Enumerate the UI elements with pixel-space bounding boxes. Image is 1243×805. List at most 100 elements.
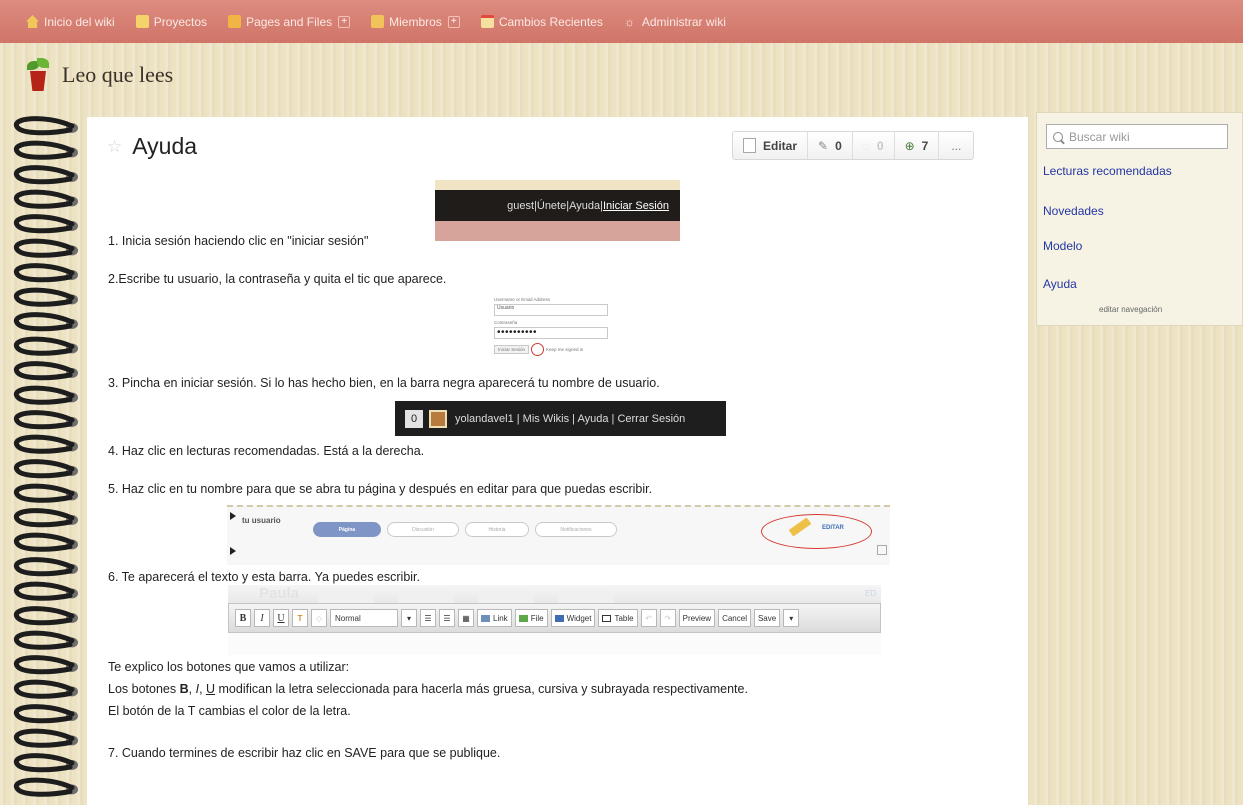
ghost-tab bbox=[318, 590, 374, 604]
arrow-marker-icon bbox=[230, 547, 236, 555]
nav-label: Pages and Files bbox=[246, 14, 333, 29]
comment-icon: ✎ bbox=[818, 138, 829, 153]
edit-square-icon bbox=[877, 545, 887, 555]
underline-button: U bbox=[273, 609, 289, 627]
spiral-coil bbox=[13, 312, 75, 332]
undo-icon: ↶ bbox=[640, 609, 657, 627]
spiral-coil bbox=[13, 679, 75, 699]
page-title: Ayuda bbox=[132, 133, 198, 159]
spiral-binding bbox=[13, 116, 78, 797]
sidebar: Buscar wiki Lecturas recomendadas Noveda… bbox=[1036, 112, 1243, 326]
form-button-row: Iniciar Sesión Keep me signed in bbox=[494, 343, 614, 356]
explain-text: modifican la letra seleccionada para hac… bbox=[215, 682, 748, 696]
cancel-button: Cancel bbox=[718, 609, 751, 627]
ghost-tab bbox=[398, 590, 454, 604]
search-placeholder: Buscar wiki bbox=[1069, 129, 1130, 144]
user-page-tab: Discusión bbox=[387, 522, 459, 537]
spiral-coil bbox=[13, 630, 75, 650]
follow-button[interactable]: ◌ 0 bbox=[853, 132, 895, 159]
form-remember-label: Keep me signed in bbox=[546, 347, 584, 352]
link-button: Link bbox=[477, 609, 512, 627]
spiral-coil bbox=[13, 361, 75, 381]
site-header: Leo que lees bbox=[26, 58, 173, 92]
nav-item-pages-and-files[interactable]: Pages and Files + bbox=[228, 14, 351, 29]
site-title[interactable]: Leo que lees bbox=[62, 62, 173, 88]
page-title-row: ☆ Ayuda bbox=[107, 133, 197, 160]
edit-page-icon bbox=[743, 138, 756, 153]
explain-color: El botón de la T cambias el color de la … bbox=[108, 704, 351, 718]
edit-button[interactable]: Editar bbox=[733, 132, 809, 159]
nav-item-admin[interactable]: ☼ Administrar wiki bbox=[623, 14, 726, 30]
login-bar-login: Iniciar Sesión bbox=[602, 199, 669, 212]
highlight-icon: ◇ bbox=[311, 609, 327, 627]
user-bar-screenshot: 0 yolandavel1 | Mis Wikis | Ayuda | Cerr… bbox=[395, 401, 726, 436]
nav-label: Administrar wiki bbox=[641, 14, 726, 29]
explain-buttons: Los botones B, I, U modifican la letra s… bbox=[108, 680, 748, 698]
page-actions-bar: Editar ✎ 0 ◌ 0 ⊕ 7 ... bbox=[732, 131, 975, 160]
spiral-coil bbox=[13, 410, 75, 430]
nav-label: Miembros bbox=[389, 14, 442, 29]
form-user-field: Usuario bbox=[494, 304, 608, 316]
user-page-tab: Historia bbox=[465, 522, 529, 537]
spiral-coil bbox=[13, 238, 75, 258]
edit-navigation-link[interactable]: editar navegación bbox=[1099, 305, 1162, 314]
nav-label: Proyectos bbox=[153, 14, 208, 29]
redo-icon: ↷ bbox=[659, 609, 676, 627]
sidebar-item-lecturas[interactable]: Lecturas recomendadas bbox=[1043, 164, 1172, 178]
expand-plus-icon[interactable]: + bbox=[338, 15, 351, 28]
nav-item-home[interactable]: Inicio del wiki bbox=[26, 15, 115, 29]
file-label: File bbox=[530, 613, 544, 623]
nav-item-projects[interactable]: Proyectos bbox=[135, 14, 208, 29]
align-icon: ▦ bbox=[458, 609, 474, 627]
spiral-coil bbox=[13, 508, 75, 528]
editor-ghost-title: Paula bbox=[259, 585, 300, 602]
bold-button: B bbox=[235, 609, 251, 627]
follow-count: 0 bbox=[876, 138, 884, 153]
projects-icon bbox=[135, 15, 149, 28]
nav-item-recent-changes[interactable]: Cambios Recientes bbox=[480, 15, 603, 29]
calendar-icon bbox=[480, 15, 494, 28]
links-icon: ⊕ bbox=[904, 138, 915, 153]
spiral-coil bbox=[13, 263, 75, 283]
login-bar-user: guest bbox=[507, 199, 535, 212]
nav-item-members[interactable]: Miembros + bbox=[371, 15, 460, 29]
form-login-button: Iniciar Sesión bbox=[494, 345, 530, 354]
sidebar-item-ayuda[interactable]: Ayuda bbox=[1043, 277, 1077, 291]
user-page-label: tu usuario bbox=[242, 516, 281, 525]
step-6: 6. Te aparecerá el texto y esta barra. Y… bbox=[108, 570, 420, 584]
spiral-coil bbox=[13, 165, 75, 185]
avatar bbox=[429, 409, 447, 428]
plant-pot-logo bbox=[26, 58, 50, 92]
editor-header: Paula ED bbox=[228, 585, 881, 604]
expand-plus-icon[interactable]: + bbox=[447, 15, 460, 28]
save-button: Save bbox=[753, 609, 781, 627]
form-pass-field: •••••••••• bbox=[494, 327, 608, 339]
notification-badge: 0 bbox=[405, 409, 423, 428]
user-page-edit: EDITAR bbox=[822, 525, 844, 531]
step-2: 2.Escribe tu usuario, la contraseña y qu… bbox=[108, 272, 447, 286]
gear-icon: ☼ bbox=[623, 15, 635, 29]
follow-icon: ◌ bbox=[862, 138, 870, 153]
spiral-coil bbox=[13, 214, 75, 234]
text-color-button: T bbox=[292, 609, 308, 627]
more-label: ... bbox=[951, 138, 962, 153]
home-icon bbox=[26, 15, 39, 28]
more-button[interactable]: ... bbox=[939, 132, 973, 159]
spiral-coil bbox=[13, 336, 75, 356]
star-icon[interactable]: ☆ bbox=[107, 137, 122, 157]
sidebar-item-novedades[interactable]: Novedades bbox=[1043, 204, 1104, 218]
comments-button[interactable]: ✎ 0 bbox=[808, 132, 853, 159]
spiral-coil bbox=[13, 189, 75, 209]
explain-intro: Te explico los botones que vamos a utili… bbox=[108, 660, 350, 674]
spiral-coil bbox=[13, 557, 75, 577]
widget-button: Widget bbox=[550, 609, 596, 627]
comments-count: 0 bbox=[835, 138, 842, 153]
links-button[interactable]: ⊕ 7 bbox=[895, 132, 940, 159]
user-bar-text: yolandavel1 | Mis Wikis | Ayuda | Cerrar… bbox=[455, 412, 686, 425]
spiral-coil bbox=[13, 728, 75, 748]
spiral-coil bbox=[13, 140, 75, 160]
search-input[interactable]: Buscar wiki bbox=[1046, 124, 1228, 149]
sidebar-item-modelo[interactable]: Modelo bbox=[1043, 239, 1082, 253]
form-pass-label: Contraseña bbox=[494, 320, 518, 325]
nav-label: Inicio del wiki bbox=[44, 14, 115, 29]
